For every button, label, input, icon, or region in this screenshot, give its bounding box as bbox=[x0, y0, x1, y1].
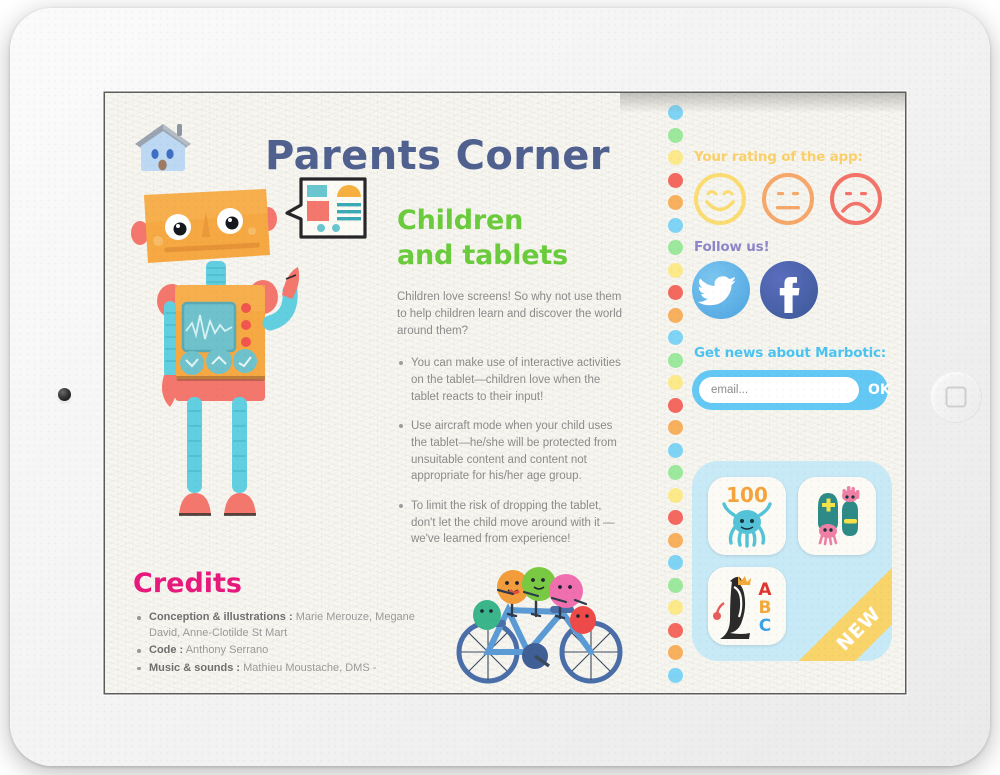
rounded-square-icon bbox=[945, 386, 967, 408]
spiral-dot bbox=[668, 307, 683, 323]
ok-button[interactable]: OK bbox=[868, 382, 891, 398]
spiral-dot bbox=[668, 622, 683, 638]
newsletter-heading: Get news about Marbotic: bbox=[694, 345, 886, 361]
svg-text:B: B bbox=[759, 598, 772, 618]
house-icon[interactable] bbox=[127, 118, 199, 176]
smiley-happy-icon[interactable] bbox=[692, 171, 748, 227]
spiral-dot bbox=[668, 217, 683, 233]
left-page: Parents Corner Children and tablets Chil… bbox=[105, 93, 665, 693]
smiley-sad-icon[interactable] bbox=[828, 171, 884, 227]
svg-text:C: C bbox=[759, 616, 771, 636]
app-tile-abc[interactable]: A B C bbox=[708, 567, 786, 645]
rating-heading: Your rating of the app: bbox=[694, 149, 863, 165]
article-heading: Children and tablets bbox=[397, 205, 568, 272]
spiral-dot bbox=[668, 127, 683, 143]
list-item: Code : Anthony Serrano bbox=[133, 643, 433, 659]
camera-lens-icon bbox=[58, 388, 71, 401]
home-button[interactable] bbox=[930, 371, 982, 423]
spiral-binding bbox=[662, 93, 692, 693]
spiral-dot bbox=[668, 487, 683, 503]
credit-names: Anthony Serrano bbox=[185, 644, 269, 657]
smiley-neutral-icon[interactable] bbox=[760, 171, 816, 227]
app-promo-panel: 100 A B C NEW bbox=[692, 461, 892, 661]
rating-smileys bbox=[690, 171, 900, 233]
spiral-dot bbox=[668, 285, 683, 300]
email-input[interactable] bbox=[699, 377, 859, 403]
spiral-dot bbox=[668, 195, 683, 210]
follow-heading: Follow us! bbox=[694, 239, 770, 255]
app-tile-plus-minus[interactable] bbox=[798, 477, 876, 555]
credit-names: Mathieu Moustache, DMS - bbox=[243, 661, 377, 674]
spiral-dot bbox=[668, 442, 683, 458]
twitter-icon[interactable] bbox=[692, 261, 750, 319]
list-item: Use aircraft mode when your child uses t… bbox=[397, 418, 627, 485]
credits-section: Credits Conception & illustrations : Mar… bbox=[133, 568, 433, 678]
facebook-icon[interactable] bbox=[760, 261, 818, 319]
new-ribbon-label: NEW bbox=[832, 602, 886, 656]
spiral-dot bbox=[668, 555, 683, 570]
article-intro: Children love screens! So why not use th… bbox=[397, 291, 623, 337]
right-page: Your rating of the app: Follow us! Get n… bbox=[690, 93, 905, 693]
document-bubble-icon bbox=[283, 171, 373, 253]
list-item: Music & sounds : Mathieu Moustache, DMS … bbox=[133, 661, 433, 677]
new-ribbon: NEW bbox=[791, 561, 892, 661]
spiral-dot bbox=[668, 172, 683, 188]
article-bullet-list: You can make use of interactive activiti… bbox=[397, 355, 627, 548]
app-screen: Parents Corner Children and tablets Chil… bbox=[105, 93, 905, 693]
credit-role: Conception & illustrations : bbox=[149, 611, 293, 623]
credits-heading: Credits bbox=[133, 568, 243, 599]
spiral-dot bbox=[668, 600, 683, 615]
list-item: To limit the risk of dropping the tablet… bbox=[397, 498, 627, 548]
spiral-dot bbox=[668, 375, 683, 390]
credit-role: Code : bbox=[149, 644, 184, 657]
spiral-dot bbox=[668, 645, 683, 660]
spiral-dot bbox=[668, 262, 683, 278]
article: Children and tablets Children love scree… bbox=[397, 203, 627, 561]
spiral-dot bbox=[668, 420, 683, 435]
newsletter-form: OK bbox=[692, 370, 891, 410]
credit-role: Music & sounds : bbox=[149, 661, 241, 674]
spiral-dot bbox=[668, 465, 683, 480]
bicycle-illustration bbox=[450, 558, 635, 688]
spiral-dot bbox=[668, 105, 683, 120]
spiral-dot bbox=[668, 352, 683, 368]
spiral-dot bbox=[668, 150, 683, 165]
spiral-dot bbox=[668, 397, 683, 413]
spiral-dot bbox=[668, 330, 683, 345]
list-item: Conception & illustrations : Marie Merou… bbox=[133, 610, 433, 641]
spiral-dot bbox=[668, 667, 683, 683]
tablet-device: Parents Corner Children and tablets Chil… bbox=[10, 8, 990, 766]
app-tile-100[interactable]: 100 bbox=[708, 477, 786, 555]
spiral-dot bbox=[668, 510, 683, 525]
svg-text:100: 100 bbox=[726, 483, 768, 507]
credits-list: Conception & illustrations : Marie Merou… bbox=[133, 610, 433, 676]
spiral-dot bbox=[668, 532, 683, 548]
spiral-dot bbox=[668, 240, 683, 255]
svg-text:A: A bbox=[758, 580, 772, 600]
spiral-dot bbox=[668, 577, 683, 593]
list-item: You can make use of interactive activiti… bbox=[397, 355, 627, 405]
